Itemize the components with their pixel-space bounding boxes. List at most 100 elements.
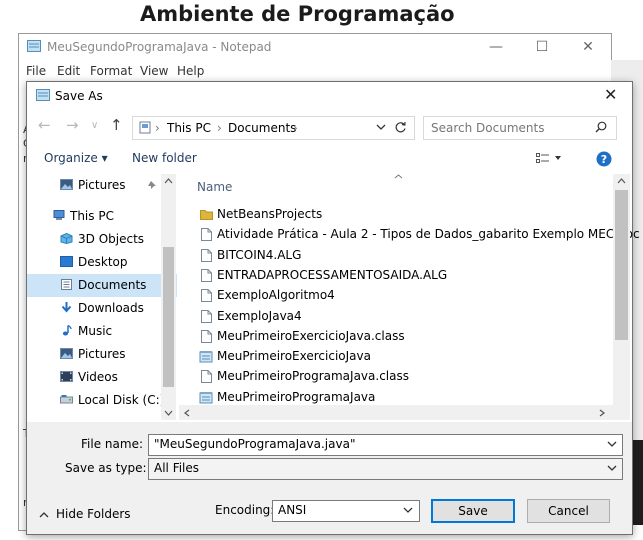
minimize-button[interactable]: — xyxy=(473,34,519,60)
file-name: NetBeansProjects xyxy=(217,207,323,221)
encoding-label: Encoding: xyxy=(215,503,275,517)
file-list-horizontal-scrollbar[interactable] xyxy=(179,405,613,420)
file-icon xyxy=(201,228,212,242)
breadcrumb-separator: › xyxy=(217,121,222,135)
organize-button[interactable]: Organize ▾ xyxy=(44,151,108,165)
file-list-item[interactable]: MeuPrimeiroExercicioJava xyxy=(197,347,607,367)
save-as-type-select[interactable]: All Files xyxy=(148,458,623,480)
nav-label: Local Disk (C:) xyxy=(78,393,165,407)
desktop-icon xyxy=(60,256,73,267)
file-icon xyxy=(201,370,212,384)
chevron-down-icon[interactable] xyxy=(607,465,617,472)
notepad-file-icon xyxy=(199,391,213,404)
nav-item-music[interactable]: Music xyxy=(27,320,177,343)
file-name-label: File name: xyxy=(81,437,143,451)
location-icon xyxy=(139,121,151,134)
nav-item-3d-objects[interactable]: 3D Objects xyxy=(27,228,177,251)
encoding-value: ANSI xyxy=(278,503,307,517)
help-icon[interactable]: ? xyxy=(596,151,612,167)
save-button[interactable]: Save xyxy=(431,499,515,523)
file-list-item[interactable]: Atividade Prática - Aula 2 - Tipos de Da… xyxy=(197,225,640,245)
chevron-up-icon xyxy=(39,512,49,518)
notepad-menubar: File Edit Format View Help xyxy=(19,61,611,81)
downloads-icon xyxy=(61,302,72,313)
encoding-select[interactable]: ANSI xyxy=(272,500,420,522)
pictures-icon xyxy=(60,348,73,359)
refresh-icon[interactable] xyxy=(394,121,407,134)
menu-help[interactable]: Help xyxy=(177,64,204,78)
menu-edit[interactable]: Edit xyxy=(57,64,80,78)
file-name-input[interactable]: "MeuSegundoProgramaJava.java" xyxy=(148,434,623,456)
nav-item-this-pc[interactable]: This PC xyxy=(27,205,177,228)
forward-arrow-icon[interactable]: → xyxy=(66,116,79,134)
navigation-pane: Pictures This PC 3D Objects Desktop Docu… xyxy=(27,174,177,420)
scroll-left-icon[interactable] xyxy=(184,409,190,417)
nav-item-desktop[interactable]: Desktop xyxy=(27,251,177,274)
nav-item-documents[interactable]: Documents xyxy=(27,274,177,297)
file-list-scroll-thumb[interactable] xyxy=(615,190,628,340)
search-placeholder: Search Documents xyxy=(431,121,545,135)
search-icon[interactable] xyxy=(595,121,607,133)
notepad-icon xyxy=(27,40,41,52)
cancel-button[interactable]: Cancel xyxy=(527,499,610,523)
chevron-down-icon[interactable] xyxy=(403,507,413,514)
dialog-close-button[interactable]: ✕ xyxy=(604,85,617,104)
hide-folders-toggle[interactable]: Hide Folders xyxy=(37,506,137,524)
nav-label: Documents xyxy=(78,278,147,292)
nav-item-pictures-quick[interactable]: Pictures xyxy=(27,174,177,197)
menu-format[interactable]: Format xyxy=(90,64,132,78)
notepad-icon xyxy=(36,89,50,101)
notepad-title: MeuSegundoProgramaJava - Notepad xyxy=(47,40,272,54)
file-icon xyxy=(201,309,212,323)
breadcrumb-documents[interactable]: Documents xyxy=(228,121,296,135)
file-name: MeuPrimeiroProgramaJava.class xyxy=(217,369,409,384)
nav-label: Pictures xyxy=(78,178,126,192)
file-list-item[interactable]: NetBeansProjects xyxy=(197,205,607,225)
nav-item-downloads[interactable]: Downloads xyxy=(27,297,177,320)
scroll-down-icon[interactable] xyxy=(164,410,173,416)
chevron-down-icon[interactable] xyxy=(607,441,617,448)
file-name: BITCOIN4.ALG xyxy=(217,247,302,262)
nav-item-local-disk[interactable]: Local Disk (C:) xyxy=(27,389,177,412)
menu-file[interactable]: File xyxy=(26,64,46,78)
back-arrow-icon[interactable]: ← xyxy=(38,116,51,134)
scroll-right-icon[interactable] xyxy=(599,409,605,417)
documents-icon xyxy=(61,279,72,290)
nav-item-pictures[interactable]: Pictures xyxy=(27,343,177,366)
file-name-value: "MeuSegundoProgramaJava.java" xyxy=(154,437,356,451)
new-folder-button[interactable]: New folder xyxy=(132,151,197,165)
file-icon xyxy=(201,248,212,262)
address-bar[interactable]: › This PC › Documents › xyxy=(132,116,415,140)
file-list-item[interactable]: MeuPrimeiroProgramaJava.class xyxy=(197,367,607,387)
file-name: ExemploAlgoritmo4 xyxy=(217,288,335,303)
column-header-name[interactable]: Name xyxy=(197,180,232,194)
file-list-item[interactable]: MeuPrimeiroExercicioJava.class xyxy=(197,327,607,347)
view-options-icon[interactable] xyxy=(536,153,562,164)
notepad-titlebar[interactable]: MeuSegundoProgramaJava - Notepad — ☐ ✕ xyxy=(19,34,611,60)
file-name: MeuPrimeiroProgramaJava xyxy=(217,389,376,404)
file-name: MeuPrimeiroExercicioJava.class xyxy=(217,328,405,343)
recent-locations-icon[interactable]: ∨ xyxy=(91,120,98,131)
file-list-item[interactable]: BITCOIN4.ALG xyxy=(197,246,607,266)
svg-text:?: ? xyxy=(601,153,607,166)
scroll-up-icon[interactable] xyxy=(617,178,626,184)
sort-ascending-icon xyxy=(394,174,403,179)
videos-icon xyxy=(60,371,73,382)
breadcrumb-this-pc[interactable]: This PC xyxy=(167,121,211,135)
notepad-file-icon xyxy=(199,351,213,363)
file-list-item[interactable]: ExemploAlgoritmo4 xyxy=(197,286,607,306)
close-button[interactable]: ✕ xyxy=(565,34,611,60)
up-arrow-icon[interactable]: ↑ xyxy=(110,116,123,134)
menu-view[interactable]: View xyxy=(140,64,168,78)
maximize-button[interactable]: ☐ xyxy=(519,34,565,60)
music-icon xyxy=(62,325,72,336)
file-list-item[interactable]: ENTRADAPROCESSAMENTOSAIDA.ALG xyxy=(197,266,607,286)
nav-item-videos[interactable]: Videos xyxy=(27,366,177,389)
nav-pane-scroll-thumb[interactable] xyxy=(163,247,174,387)
nav-label: Downloads xyxy=(78,301,144,315)
scroll-up-icon[interactable] xyxy=(164,178,173,184)
search-input[interactable]: Search Documents xyxy=(423,116,617,140)
chevron-down-icon[interactable] xyxy=(376,124,386,131)
file-list-item[interactable]: ExemploJava4 xyxy=(197,307,607,327)
file-name: ENTRADAPROCESSAMENTOSAIDA.ALG xyxy=(217,267,448,282)
